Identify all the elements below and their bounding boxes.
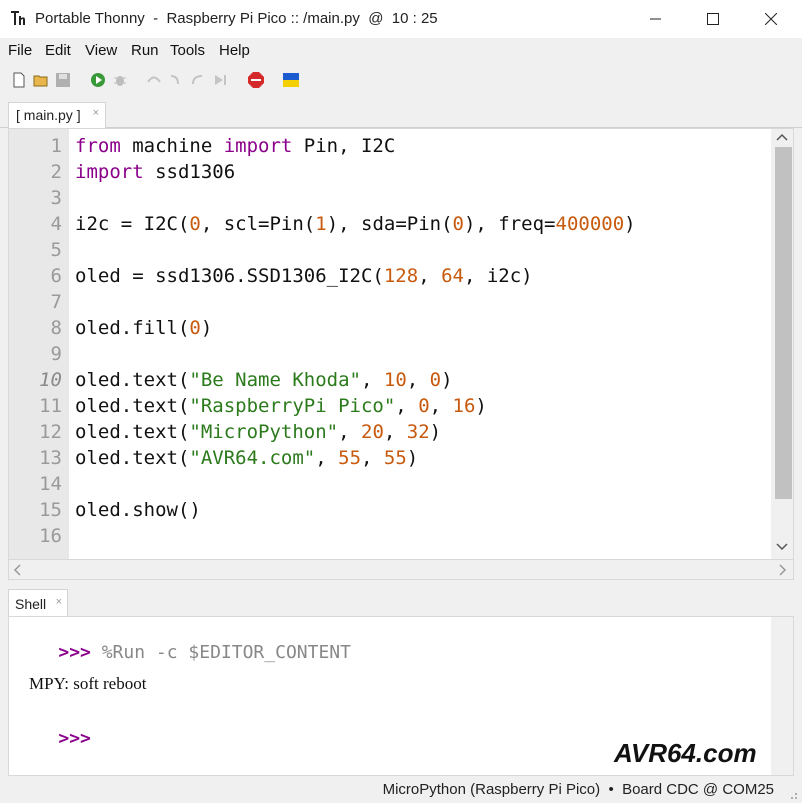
menu-help[interactable]: Help xyxy=(219,42,250,59)
ukraine-flag-icon xyxy=(283,73,299,87)
line-number: 7 xyxy=(50,291,62,313)
scroll-up-icon[interactable] xyxy=(776,133,788,141)
scroll-right-icon[interactable] xyxy=(779,564,787,576)
resume-icon[interactable] xyxy=(212,72,228,88)
line-number: 8 xyxy=(50,317,62,339)
toolbar xyxy=(0,64,802,96)
save-icon[interactable] xyxy=(55,72,71,88)
scrollbar-thumb[interactable] xyxy=(775,147,792,499)
line-number: 14 xyxy=(39,473,62,495)
line-number: 1 xyxy=(50,135,62,157)
code-line[interactable]: from machine import Pin, I2C xyxy=(75,135,395,157)
line-number-gutter: 1 2 3 4 5 6 7 8 9 10 11 12 13 14 15 16 xyxy=(9,129,69,559)
minimize-button[interactable] xyxy=(627,0,685,38)
editor-vertical-scrollbar[interactable] xyxy=(771,129,793,559)
menu-file[interactable]: File xyxy=(8,42,32,59)
maximize-icon xyxy=(707,13,719,25)
step-over-icon[interactable] xyxy=(146,72,162,88)
window-title: Portable Thonny - Raspberry Pi Pico :: /… xyxy=(35,10,438,27)
status-bar: MicroPython (Raspberry Pi Pico) • Board … xyxy=(0,778,802,803)
line-number: 6 xyxy=(50,265,62,287)
menu-edit[interactable]: Edit xyxy=(45,42,71,59)
line-number: 12 xyxy=(39,421,62,443)
line-number: 3 xyxy=(50,187,62,209)
run-icon[interactable] xyxy=(90,72,106,88)
line-number: 9 xyxy=(50,343,62,365)
tab-close-icon[interactable]: × xyxy=(93,107,99,119)
close-icon xyxy=(765,13,777,25)
code-line[interactable]: i2c = I2C(0, scl=Pin(1), sda=Pin(0), fre… xyxy=(75,213,636,235)
menu-run[interactable]: Run xyxy=(131,42,159,59)
new-file-icon[interactable] xyxy=(11,72,27,88)
shell-prompt: >>> xyxy=(58,728,91,749)
code-line[interactable]: import ssd1306 xyxy=(75,161,235,183)
watermark: AVR64.com xyxy=(614,738,757,768)
line-number-current: 10 xyxy=(39,369,62,391)
line-number: 16 xyxy=(39,525,62,547)
step-into-icon[interactable] xyxy=(168,72,184,88)
code-line[interactable]: oled.text("Be Name Khoda", 10, 0) xyxy=(75,369,453,391)
menu-tools[interactable]: Tools xyxy=(170,42,205,59)
shell-tabstrip: Shell × xyxy=(0,588,802,617)
menu-bar: File Edit View Run Tools Help xyxy=(0,38,802,62)
maximize-button[interactable] xyxy=(684,0,742,38)
shell-tab-close-icon[interactable]: × xyxy=(56,596,62,608)
scroll-left-icon[interactable] xyxy=(13,564,21,576)
menu-view[interactable]: View xyxy=(85,42,117,59)
title-bar: Portable Thonny - Raspberry Pi Pico :: /… xyxy=(0,0,802,39)
line-number: 11 xyxy=(39,395,62,417)
shell-prompt: >>> xyxy=(58,642,91,663)
stop-icon[interactable] xyxy=(248,72,264,88)
tab-shell[interactable]: Shell × xyxy=(8,589,68,617)
shell-vertical-scrollbar[interactable] xyxy=(771,617,793,775)
thonny-app-icon xyxy=(11,11,25,25)
code-line[interactable]: oled.text("RaspberryPi Pico", 0, 16) xyxy=(75,395,487,417)
code-line[interactable]: oled.text("MicroPython", 20, 32) xyxy=(75,421,441,443)
minimize-icon xyxy=(650,18,661,20)
debug-icon[interactable] xyxy=(112,72,128,88)
code-line[interactable]: oled = ssd1306.SSD1306_I2C(128, 64, i2c) xyxy=(75,265,533,287)
code-line[interactable]: oled.text("AVR64.com", 55, 55) xyxy=(75,447,418,469)
shell-input-line[interactable]: >>> xyxy=(15,707,91,770)
line-number: 4 xyxy=(50,213,62,235)
line-number: 2 xyxy=(50,161,62,183)
code-editor[interactable]: 1 2 3 4 5 6 7 8 9 10 11 12 13 14 15 16 f… xyxy=(8,128,794,560)
close-button[interactable] xyxy=(742,0,800,38)
status-text[interactable]: MicroPython (Raspberry Pi Pico) • Board … xyxy=(383,781,774,798)
open-folder-icon[interactable] xyxy=(33,72,49,88)
resize-grip-icon[interactable] xyxy=(786,788,798,800)
line-number: 13 xyxy=(39,447,62,469)
tab-main-py[interactable]: [ main.py ] × xyxy=(8,102,106,128)
scroll-down-icon[interactable] xyxy=(776,543,788,551)
line-number: 5 xyxy=(50,239,62,261)
shell-tab-label: Shell xyxy=(15,596,47,612)
line-number: 15 xyxy=(39,499,62,521)
shell-command: %Run -c $EDITOR_CONTENT xyxy=(101,642,351,663)
step-out-icon[interactable] xyxy=(190,72,206,88)
tab-label: [ main.py ] xyxy=(16,107,81,123)
editor-horizontal-scrollbar[interactable] xyxy=(8,559,794,580)
code-line[interactable]: oled.show() xyxy=(75,499,201,521)
code-line[interactable]: oled.fill(0) xyxy=(75,317,212,339)
editor-tabstrip: [ main.py ] × xyxy=(0,100,802,128)
shell-output: MPY: soft reboot xyxy=(29,674,147,693)
